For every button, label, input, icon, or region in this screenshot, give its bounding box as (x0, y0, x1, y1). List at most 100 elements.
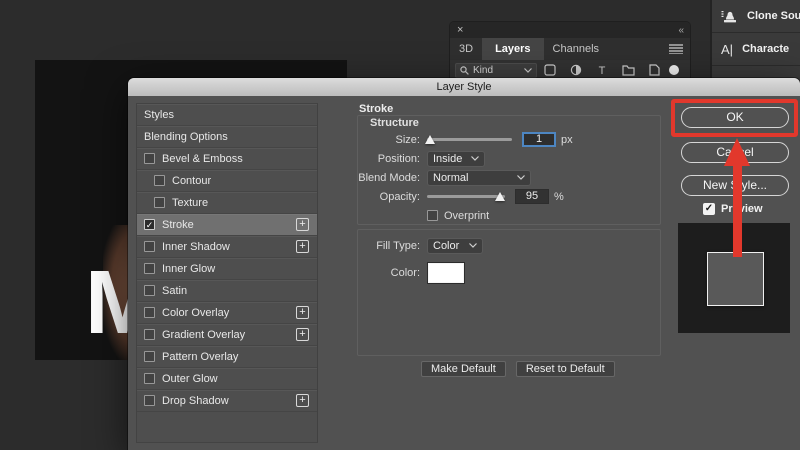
style-checkbox[interactable] (144, 263, 155, 274)
size-slider-thumb[interactable] (425, 135, 435, 144)
photoshop-workspace: M × « 3D Layers Channels Kind (0, 0, 800, 450)
add-instance-button[interactable]: + (296, 306, 309, 319)
ok-button[interactable]: OK (681, 107, 789, 128)
style-checkbox[interactable] (154, 197, 165, 208)
tab-channels[interactable]: Channels (544, 38, 608, 60)
filter-toggle-icon[interactable] (669, 65, 679, 75)
layer-style-list-item[interactable]: Outer Glow (137, 368, 317, 390)
search-icon (460, 66, 469, 75)
character-icon: A| (721, 42, 733, 57)
style-item-label: Gradient Overlay (162, 329, 245, 341)
cancel-button[interactable]: Cancel (681, 142, 789, 163)
layer-style-list-item[interactable]: Styles (137, 104, 317, 126)
position-row: Position: Inside (358, 149, 660, 168)
tab-3d[interactable]: 3D (450, 38, 482, 60)
filter-group-layers-icon[interactable] (615, 63, 641, 78)
filter-kind-dropdown[interactable]: Kind (455, 63, 537, 78)
style-checkbox[interactable] (144, 329, 155, 340)
opacity-slider[interactable] (427, 195, 505, 198)
layer-style-list-item[interactable]: Drop Shadow + (137, 390, 317, 412)
close-icon[interactable]: × (457, 25, 463, 35)
overprint-checkbox[interactable] (427, 210, 438, 221)
add-instance-button[interactable]: + (296, 218, 309, 231)
layer-style-list-item[interactable]: Gradient Overlay + (137, 324, 317, 346)
dock-item-character[interactable]: A| Characte (712, 33, 800, 66)
blend-mode-label: Blend Mode: (358, 172, 420, 184)
preview-row: ✓ Preview (703, 203, 763, 215)
size-input[interactable]: 1 (522, 132, 556, 147)
style-item-label: Inner Glow (162, 263, 215, 275)
style-checkbox[interactable] (144, 285, 155, 296)
style-item-label: Drop Shadow (162, 395, 229, 407)
style-item-label: Contour (172, 175, 211, 187)
stroke-color-swatch[interactable] (427, 262, 465, 284)
layer-style-list-item[interactable]: Bevel & Emboss (137, 148, 317, 170)
style-item-label: Satin (162, 285, 187, 297)
filter-type-layers-icon[interactable]: T (589, 63, 615, 78)
group-label: Structure (370, 117, 419, 129)
tab-layers[interactable]: Layers (482, 38, 543, 60)
clone-stamp-icon (721, 8, 738, 24)
layer-style-list-item[interactable]: Contour (137, 170, 317, 192)
style-checkbox[interactable] (144, 373, 155, 384)
blend-mode-select[interactable]: Normal (427, 170, 531, 186)
dialog-title: Layer Style (436, 81, 491, 93)
layer-style-list-item[interactable]: Satin (137, 280, 317, 302)
layer-style-list-item[interactable]: Inner Shadow + (137, 236, 317, 258)
filter-adjustment-layers-icon[interactable] (563, 63, 589, 78)
layer-style-list-item[interactable]: Blending Options (137, 126, 317, 148)
style-checkbox[interactable] (144, 241, 155, 252)
overprint-row: Overprint (358, 206, 660, 225)
opacity-label: Opacity: (358, 191, 420, 203)
section-title: Stroke (357, 103, 661, 115)
position-label: Position: (358, 153, 420, 165)
style-item-label: Color Overlay (162, 307, 229, 319)
collapse-panel-icon[interactable]: « (678, 25, 683, 36)
dock-item-label: Clone Sou (747, 10, 800, 22)
opacity-input[interactable]: 95 (515, 189, 549, 204)
position-select[interactable]: Inside (427, 151, 485, 167)
fill-type-row: Fill Type: Color (358, 236, 660, 255)
layer-styles-list: Styles Blending Options Bevel & Emboss C… (136, 103, 318, 443)
layer-style-dialog: Layer Style Styles Blending Options Beve… (128, 78, 800, 450)
dock-item-clone-source[interactable]: Clone Sou (712, 0, 800, 33)
add-instance-button[interactable]: + (296, 394, 309, 407)
preview-stroke-square (707, 252, 764, 306)
preview-checkbox[interactable]: ✓ (703, 203, 715, 215)
filter-pixel-layers-icon[interactable] (537, 63, 563, 78)
new-style-button[interactable]: New Style... (681, 175, 789, 196)
style-item-label: Styles (144, 109, 174, 121)
dialog-titlebar[interactable]: Layer Style (128, 78, 800, 96)
stroke-settings-panel: Stroke Structure Size: 1 px Position: In… (357, 103, 661, 377)
style-checkbox[interactable] (144, 153, 155, 164)
make-default-button[interactable]: Make Default (421, 361, 506, 377)
opacity-slider-thumb[interactable] (495, 192, 505, 201)
layer-style-list-item[interactable]: Color Overlay + (137, 302, 317, 324)
add-instance-button[interactable]: + (296, 240, 309, 253)
style-checkbox[interactable] (144, 307, 155, 318)
panel-menu-icon[interactable] (669, 38, 690, 60)
style-item-label: Stroke (162, 219, 194, 231)
style-checkbox[interactable]: ✓ (144, 219, 155, 230)
style-checkbox[interactable] (154, 175, 165, 186)
layers-panel: × « 3D Layers Channels Kind (450, 22, 690, 79)
style-checkbox[interactable] (144, 351, 155, 362)
size-slider[interactable] (427, 138, 512, 141)
layer-style-list-item[interactable]: Inner Glow (137, 258, 317, 280)
preview-label: Preview (721, 203, 763, 215)
fill-type-group: Fill Type: Color Color: (357, 229, 661, 356)
filter-kind-label: Kind (473, 65, 493, 76)
blend-mode-row: Blend Mode: Normal (358, 168, 660, 187)
layer-style-list-item[interactable]: Pattern Overlay (137, 346, 317, 368)
filter-smart-object-icon[interactable] (641, 63, 667, 78)
chevron-down-icon (469, 243, 477, 248)
style-checkbox[interactable] (144, 395, 155, 406)
add-instance-button[interactable]: + (296, 328, 309, 341)
layer-style-list-item[interactable]: ✓ Stroke + (137, 214, 317, 236)
style-item-label: Pattern Overlay (162, 351, 238, 363)
reset-to-default-button[interactable]: Reset to Default (516, 361, 615, 377)
layer-style-list-item[interactable]: Texture (137, 192, 317, 214)
fill-type-label: Fill Type: (358, 240, 420, 252)
fill-type-select[interactable]: Color (427, 238, 483, 254)
layers-panel-tabs: 3D Layers Channels (450, 38, 690, 60)
